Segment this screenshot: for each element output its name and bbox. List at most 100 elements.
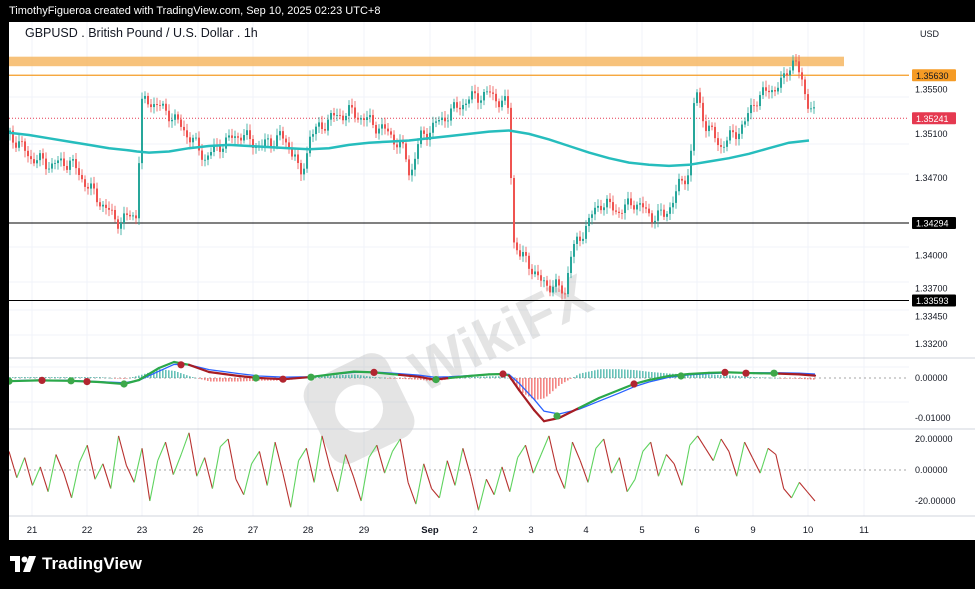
price-badge-label: 1.33593 (916, 296, 949, 306)
candle (249, 124, 251, 146)
macd-histogram-bar (117, 378, 119, 379)
macd-histogram-bar (33, 377, 35, 378)
oscillator-segment (102, 463, 112, 489)
chart-svg[interactable]: WikiFX GBPUSD . British Pound / U.S. Dol… (5, 22, 975, 540)
candle (78, 161, 80, 181)
macd-histogram-bar (705, 374, 707, 378)
candle-body (306, 153, 308, 169)
time-tick-label: 11 (859, 525, 869, 536)
price-badge: 1.33593 (912, 294, 956, 307)
macd-histogram-bar (399, 378, 401, 379)
macd-histogram-bar (195, 377, 197, 379)
oscillator-segment (31, 466, 41, 486)
candle-body (444, 117, 446, 122)
macd-histogram-bar (351, 374, 353, 378)
oscillator-axis[interactable]: 20.00000 0.00000 -20.00000 (915, 434, 956, 506)
candle (771, 85, 773, 99)
candle (615, 204, 617, 215)
chart-panel[interactable]: WikiFX GBPUSD . British Pound / U.S. Dol… (5, 22, 975, 540)
macd-histogram-bar (759, 377, 761, 378)
candle-body (513, 178, 515, 243)
candle-body (576, 236, 578, 244)
candle (294, 148, 296, 161)
candle-body (471, 91, 473, 100)
macd-cross-dot (83, 378, 91, 386)
oscillator-segment (744, 441, 753, 458)
candle-body (312, 134, 314, 137)
candle (477, 86, 479, 110)
candle (711, 122, 713, 131)
tradingview-logo[interactable]: TradingView (10, 554, 142, 574)
macd-line-segment (727, 371, 756, 375)
candle-body (231, 135, 233, 138)
candle (33, 152, 35, 167)
candle (777, 82, 779, 95)
macd-histogram-bar (486, 376, 488, 378)
candle-body (786, 73, 788, 76)
candle-body (330, 113, 332, 120)
time-axis[interactable]: 21 22 23 26 27 28 29 Sep 2 3 4 5 6 9 10 11 (27, 525, 869, 536)
time-tick-label: 28 (303, 525, 314, 536)
candle-body (147, 95, 149, 105)
macd-histogram-bar (198, 378, 200, 379)
candle-body (123, 213, 125, 223)
candle-body (372, 115, 374, 125)
oscillator-segment (571, 441, 581, 461)
candle-body (591, 214, 593, 218)
candle (480, 95, 482, 109)
candle (354, 100, 356, 123)
candle (360, 115, 362, 125)
candle (309, 130, 311, 157)
macd-histogram-bar (222, 378, 224, 382)
candle-body (264, 139, 266, 146)
candle (24, 138, 26, 158)
macd-histogram-bar (570, 378, 572, 379)
candle (747, 107, 749, 127)
candle-body (534, 271, 536, 275)
candle-body (228, 135, 230, 138)
macd-histogram-bar (45, 377, 47, 378)
macd-tick-label: 0.00000 (915, 373, 948, 383)
candle-body (54, 163, 56, 164)
macd-cross-dot (742, 369, 750, 377)
candle-body (438, 120, 440, 122)
macd-histogram-bar (756, 377, 758, 378)
candle (663, 204, 665, 220)
macd-histogram-bar (768, 377, 770, 379)
candle (150, 99, 152, 113)
candle (780, 71, 782, 93)
candle (342, 110, 344, 125)
macd-histogram-bar (567, 378, 569, 381)
macd-cross-dot (279, 375, 287, 383)
candle (357, 112, 359, 123)
candle-body (528, 255, 530, 269)
candle-body (804, 79, 806, 95)
macd-histogram-bar (591, 370, 593, 378)
candle-body (327, 119, 329, 131)
macd-histogram-bar (90, 377, 92, 378)
macd-histogram-bar (762, 377, 764, 379)
macd-histogram-bar (414, 378, 416, 380)
candle-body (168, 110, 170, 122)
candle-body (24, 141, 26, 151)
candle (165, 98, 167, 116)
candle-body (480, 100, 482, 103)
candle-body (60, 158, 62, 161)
macd-axis[interactable]: 0.00000 -0.01000 (915, 373, 951, 423)
macd-cross-dot (370, 368, 378, 376)
candle-body (585, 225, 587, 239)
candle-body (384, 124, 386, 129)
candle-body (795, 60, 797, 62)
oscillator-segment (149, 460, 159, 502)
candle-body (522, 252, 524, 257)
macd-histogram-bar (396, 378, 398, 379)
candle-body (603, 207, 605, 211)
price-axis[interactable]: 1.35500 1.35100 1.34700 1.34000 1.33700 1.334… (915, 85, 948, 349)
candle-body (369, 115, 371, 118)
candle (228, 129, 230, 141)
candle (141, 92, 143, 170)
macd-histogram-bar (747, 376, 749, 378)
candle-body (240, 137, 242, 141)
candle (318, 117, 320, 134)
candle-body (639, 203, 641, 205)
